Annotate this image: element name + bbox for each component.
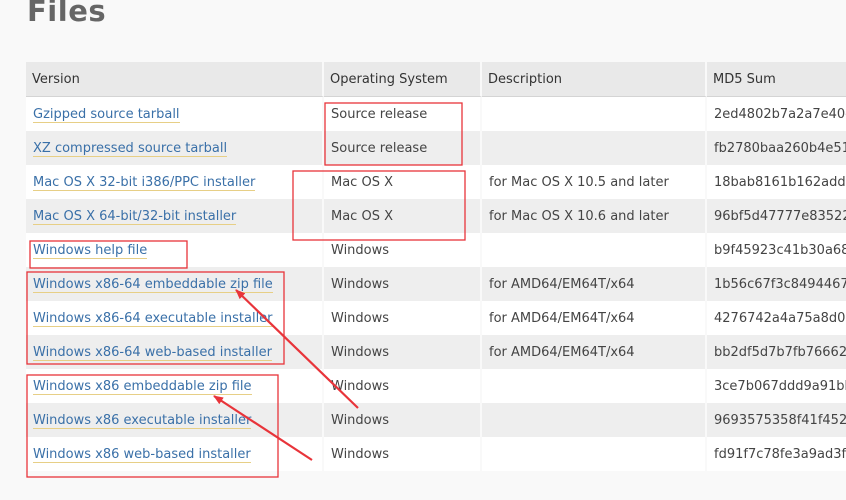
- page-title: Files: [27, 0, 107, 28]
- description-cell: [482, 97, 707, 131]
- download-link-win64-web-installer[interactable]: Windows x86-64 web-based installer: [33, 344, 272, 361]
- os-cell: Windows: [324, 233, 482, 267]
- description-cell: [482, 233, 707, 267]
- version-cell: Windows x86 embeddable zip file: [26, 369, 324, 403]
- md5-cell: fb2780baa260b4e51c: [707, 131, 846, 165]
- table-row: Windows x86-64 web-based installer Windo…: [26, 335, 846, 369]
- download-link-windows-help[interactable]: Windows help file: [33, 242, 148, 259]
- version-cell: Gzipped source tarball: [26, 97, 324, 131]
- md5-cell: 9693575358f41f452d: [707, 403, 846, 437]
- md5-cell: b9f45923c41b30a683: [707, 233, 846, 267]
- version-cell: Windows x86-64 embeddable zip file: [26, 267, 324, 301]
- description-cell: for AMD64/EM64T/x64: [482, 301, 707, 335]
- download-link-win32-executable-installer[interactable]: Windows x86 executable installer: [33, 412, 252, 429]
- md5-cell: fd91f7c78fe3a9ad3f2: [707, 437, 846, 471]
- os-cell: Windows: [324, 301, 482, 335]
- os-cell: Mac OS X: [324, 165, 482, 199]
- os-cell: Windows: [324, 403, 482, 437]
- md5-cell: 4276742a4a75a8d07: [707, 301, 846, 335]
- description-cell: for AMD64/EM64T/x64: [482, 267, 707, 301]
- table-row: Windows x86 executable installer Windows…: [26, 403, 846, 437]
- version-cell: Windows x86 executable installer: [26, 403, 324, 437]
- description-cell: for Mac OS X 10.6 and later: [482, 199, 707, 233]
- table-row: Windows x86-64 embeddable zip file Windo…: [26, 267, 846, 301]
- os-cell: Windows: [324, 335, 482, 369]
- description-cell: for Mac OS X 10.5 and later: [482, 165, 707, 199]
- download-link-macos-32bit[interactable]: Mac OS X 32-bit i386/PPC installer: [33, 174, 256, 191]
- files-table: Version Operating System Description MD5…: [26, 62, 846, 471]
- version-cell: Windows x86 web-based installer: [26, 437, 324, 471]
- os-cell: Source release: [324, 131, 482, 165]
- table-row: Windows help file Windows b9f45923c41b30…: [26, 233, 846, 267]
- version-cell: Mac OS X 64-bit/32-bit installer: [26, 199, 324, 233]
- column-header-os: Operating System: [324, 62, 482, 97]
- download-link-gzipped-source[interactable]: Gzipped source tarball: [33, 106, 180, 123]
- table-row: Windows x86 embeddable zip file Windows …: [26, 369, 846, 403]
- table-row: Windows x86 web-based installer Windows …: [26, 437, 846, 471]
- table-row: Mac OS X 32-bit i386/PPC installer Mac O…: [26, 165, 846, 199]
- md5-cell: 3ce7b067ddd9a91bb: [707, 369, 846, 403]
- version-cell: Windows x86-64 web-based installer: [26, 335, 324, 369]
- md5-cell: 96bf5d47777e835220: [707, 199, 846, 233]
- description-cell: [482, 437, 707, 471]
- table-header-row: Version Operating System Description MD5…: [26, 62, 846, 97]
- table-row: Windows x86-64 executable installer Wind…: [26, 301, 846, 335]
- os-cell: Windows: [324, 369, 482, 403]
- column-header-version: Version: [26, 62, 324, 97]
- os-cell: Source release: [324, 97, 482, 131]
- version-cell: Mac OS X 32-bit i386/PPC installer: [26, 165, 324, 199]
- column-header-md5: MD5 Sum: [707, 62, 846, 97]
- download-link-xz-source[interactable]: XZ compressed source tarball: [33, 140, 228, 157]
- download-link-win32-web-installer[interactable]: Windows x86 web-based installer: [33, 446, 251, 463]
- md5-cell: 2ed4802b7a2a7e40d: [707, 97, 846, 131]
- description-cell: [482, 403, 707, 437]
- os-cell: Mac OS X: [324, 199, 482, 233]
- downloads-page: Files Version Operating System Descripti…: [0, 0, 846, 500]
- md5-cell: bb2df5d7b7fb766620: [707, 335, 846, 369]
- table-row: XZ compressed source tarball Source rele…: [26, 131, 846, 165]
- version-cell: XZ compressed source tarball: [26, 131, 324, 165]
- description-cell: for AMD64/EM64T/x64: [482, 335, 707, 369]
- description-cell: [482, 369, 707, 403]
- table-row: Gzipped source tarball Source release 2e…: [26, 97, 846, 131]
- description-cell: [482, 131, 707, 165]
- column-header-description: Description: [482, 62, 707, 97]
- md5-cell: 1b56c67f3c84944679: [707, 267, 846, 301]
- download-link-macos-64bit[interactable]: Mac OS X 64-bit/32-bit installer: [33, 208, 237, 225]
- download-link-win64-executable-installer[interactable]: Windows x86-64 executable installer: [33, 310, 273, 327]
- download-link-win64-embeddable-zip[interactable]: Windows x86-64 embeddable zip file: [33, 276, 273, 293]
- os-cell: Windows: [324, 267, 482, 301]
- version-cell: Windows help file: [26, 233, 324, 267]
- download-link-win32-embeddable-zip[interactable]: Windows x86 embeddable zip file: [33, 378, 252, 395]
- table-row: Mac OS X 64-bit/32-bit installer Mac OS …: [26, 199, 846, 233]
- version-cell: Windows x86-64 executable installer: [26, 301, 324, 335]
- md5-cell: 18bab8161b162add0: [707, 165, 846, 199]
- os-cell: Windows: [324, 437, 482, 471]
